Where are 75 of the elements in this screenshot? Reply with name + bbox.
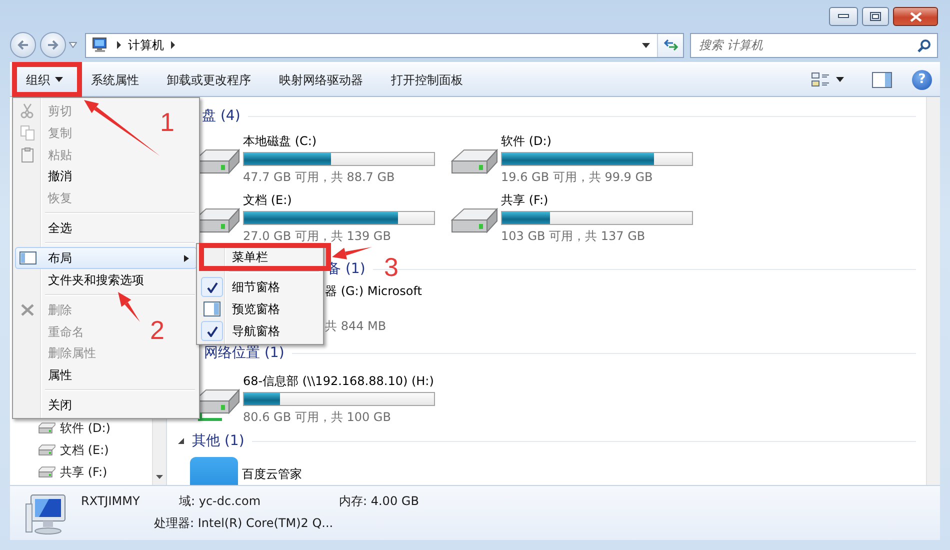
preview-pane-icon [872, 72, 892, 88]
close-icon [910, 12, 922, 22]
group-header[interactable]: 盘 (4) [202, 106, 240, 126]
forward-button[interactable] [40, 32, 66, 58]
annotation-number: 3 [384, 254, 398, 280]
free-space-text: 19.6 GB 可用，共 99.9 GB [501, 169, 654, 185]
group-header[interactable]: 网络位置 (1) [204, 342, 284, 364]
recent-pages-caret-icon [69, 42, 77, 48]
search-field[interactable]: 搜索 计算机 [690, 32, 938, 58]
menu-item[interactable]: 关闭 [15, 394, 73, 416]
refresh-icon [662, 39, 678, 51]
search-icon [917, 38, 931, 52]
drive-name[interactable]: 共享 (F:) [501, 192, 693, 208]
annotation-arrow [118, 292, 140, 322]
menu-item[interactable]: 属性 [15, 364, 73, 386]
refresh-button[interactable] [657, 34, 683, 56]
memory-text: 内存: 4.00 GB [339, 493, 419, 510]
app-name[interactable]: 百度云管家 [242, 466, 302, 482]
minimize-button[interactable] [829, 7, 858, 26]
drive-icon [38, 444, 56, 456]
breadcrumb-arrow-icon [170, 41, 176, 49]
scrollbar[interactable] [926, 97, 940, 485]
drive-name[interactable]: 本地磁盘 (C:) [243, 133, 435, 149]
menu-item[interactable]: 撤消 [15, 166, 73, 188]
free-space-text: 27.0 GB 可用，共 139 GB [243, 228, 392, 244]
back-button[interactable] [10, 32, 36, 58]
free-space-text: 103 GB 可用，共 137 GB [501, 228, 646, 244]
breadcrumb-arrow-icon [116, 41, 122, 49]
menu-item[interactable]: 预览窗格 [199, 298, 281, 320]
caret-icon [55, 77, 63, 82]
close-button[interactable] [893, 7, 938, 26]
scroll-down-icon [156, 475, 163, 479]
menu-item[interactable]: 导航窗格 [199, 320, 281, 342]
nav-item[interactable]: 共享 (F:) [38, 461, 152, 483]
annotation-arrow [332, 247, 372, 260]
free-space-text: 47.7 GB 可用，共 88.7 GB [243, 169, 396, 185]
computer-name: RXTJIMMY [81, 493, 141, 510]
address-field[interactable]: 计算机 [85, 32, 684, 58]
caret-icon [836, 77, 844, 82]
drive-name[interactable]: 文档 (E:) [243, 192, 435, 208]
toolbar-button[interactable]: 卸载或更改程序 [159, 66, 259, 92]
view-list-icon [811, 72, 831, 88]
submenu-arrow-icon [184, 255, 189, 262]
processor-text: 处理器: Intel(R) Core(TM)2 Q... [154, 515, 334, 532]
free-space-text: 共 844 MB [325, 318, 388, 334]
menu-item[interactable]: 细节窗格 [199, 276, 281, 298]
nav-item[interactable]: 软件 (D:) [38, 417, 152, 439]
drive-name[interactable]: 器 (G:) Microsoft [325, 283, 926, 299]
back-arrow-icon [17, 40, 29, 50]
forward-arrow-icon [47, 40, 59, 50]
menu-item[interactable]: 布局 [15, 247, 197, 269]
maximize-icon [870, 12, 881, 21]
drive-name[interactable]: 软件 (D:) [501, 133, 693, 149]
annotation-number: 1 [160, 109, 174, 135]
drive-icon [38, 422, 56, 434]
toolbar-button[interactable]: 打开控制面板 [383, 66, 471, 92]
layout-icon [19, 250, 37, 266]
annotation-number: 2 [150, 317, 164, 343]
drive-name[interactable]: 68-信息部 (\\192.168.88.10) (H:) [243, 373, 435, 389]
nav-item[interactable]: 文档 (E:) [38, 439, 152, 461]
group-header[interactable]: 其他 (1) [192, 430, 244, 452]
copy-icon [19, 124, 37, 141]
menu-item[interactable]: 全选 [15, 217, 73, 240]
menu-item[interactable]: 文件夹和搜索选项 [15, 268, 145, 291]
toolbar-button[interactable]: 系统属性 [83, 66, 147, 92]
toolbar-button[interactable]: 映射网络驱动器 [271, 66, 371, 92]
toolbar-button[interactable]: 组织 [18, 66, 71, 92]
domain-text: 域: yc-dc.com [179, 493, 262, 510]
minimize-icon [838, 14, 849, 19]
free-space-text: 80.6 GB 可用，共 100 GB [243, 409, 392, 425]
dropdown-caret-icon [642, 42, 650, 48]
drive-icon [38, 466, 56, 478]
breadcrumb-item[interactable]: 计算机 [122, 36, 170, 54]
preview-pane-icon [203, 301, 221, 317]
maximize-button[interactable] [862, 7, 889, 26]
